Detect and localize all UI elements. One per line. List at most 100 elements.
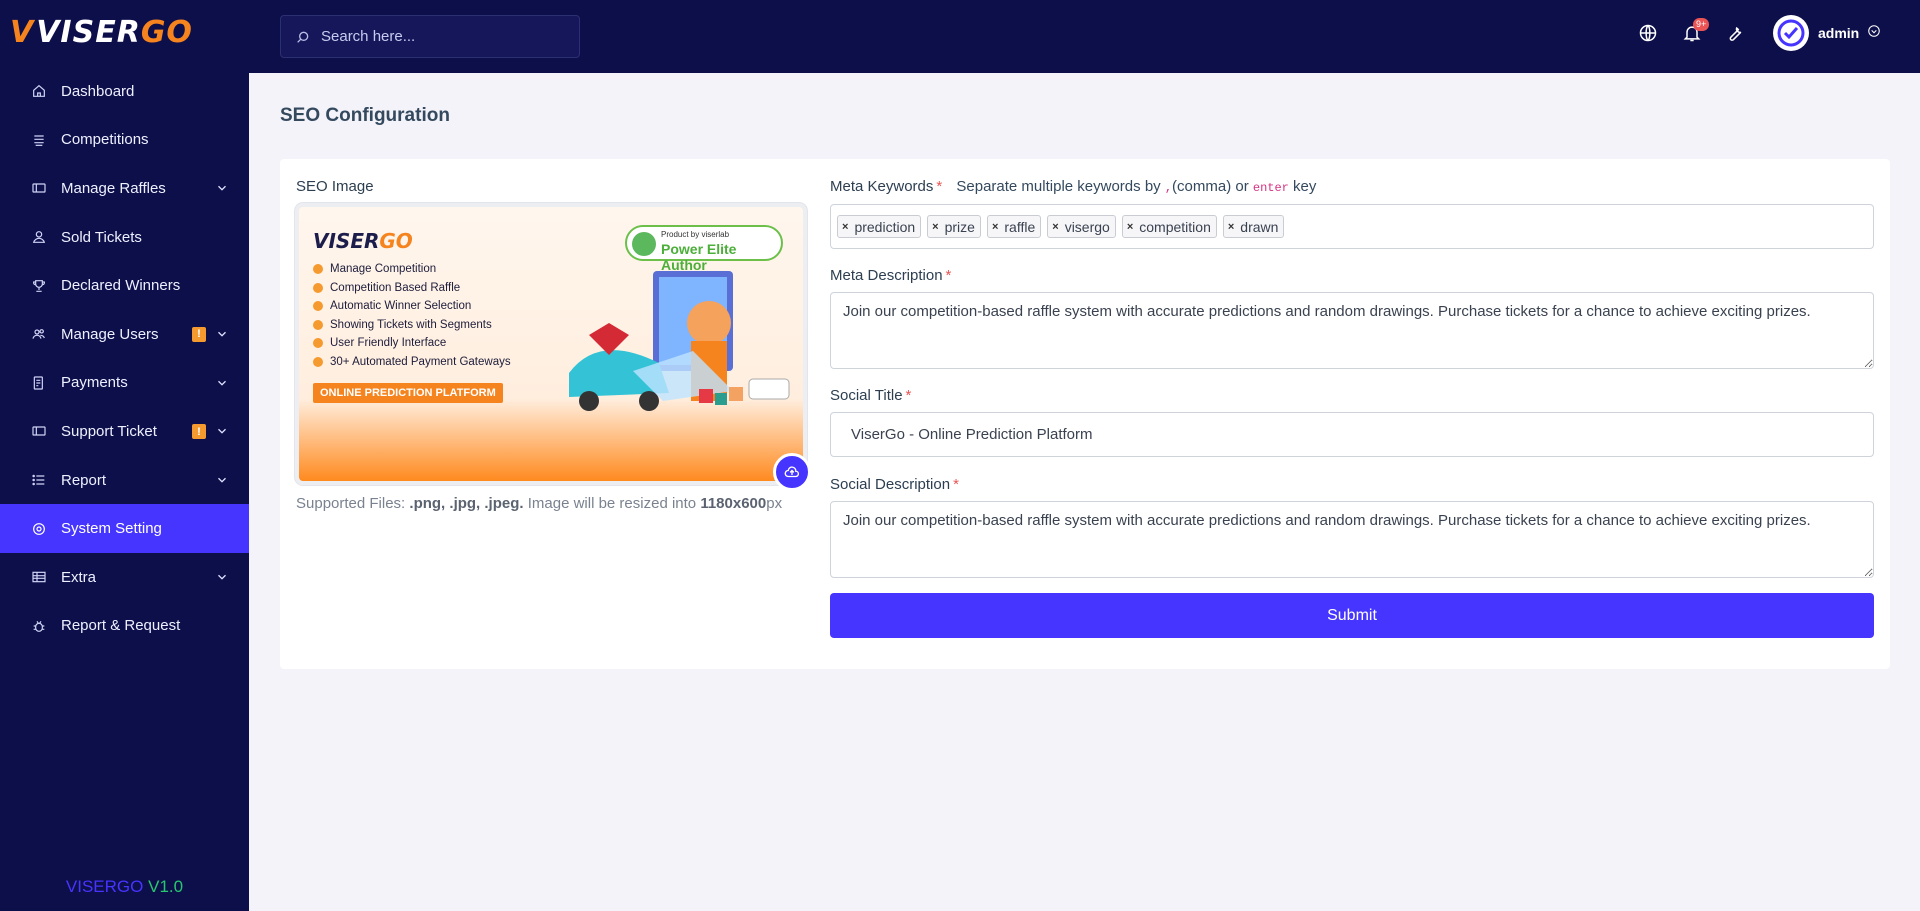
keyword-tag-label: raffle (1004, 218, 1036, 235)
user-menu[interactable]: admin (1773, 15, 1881, 51)
sidebar-item-label: Extra (61, 568, 97, 586)
sidebar-item-dashboard[interactable]: Dashboard (0, 67, 249, 116)
remove-tag-icon[interactable]: × (1228, 221, 1234, 233)
check-dot-icon (313, 264, 323, 274)
avatar (1773, 15, 1809, 51)
social-description-textarea[interactable]: Join our competition-based raffle system… (830, 501, 1874, 578)
badge-small-text: Product by viserlab (661, 230, 730, 239)
chevron-down-icon (215, 181, 229, 195)
search-input[interactable] (321, 28, 561, 45)
sidebar-item-payments[interactable]: Payments (0, 359, 249, 408)
meta-description-textarea[interactable]: Join our competition-based raffle system… (830, 292, 1874, 369)
banner-feature-text: 30+ Automated Payment Gateways (330, 355, 511, 368)
social-title-input[interactable] (830, 412, 1874, 457)
remove-tag-icon[interactable]: × (1127, 221, 1133, 233)
required-mark: * (953, 476, 959, 493)
notification-bell-icon[interactable]: 9+ (1681, 18, 1710, 44)
check-dot-icon (313, 301, 323, 311)
supported-files-hint: Supported Files: .png, .jpg, .jpeg. Imag… (296, 495, 782, 512)
sidebar-item-manage-users[interactable]: Manage Users! (0, 310, 249, 359)
submit-button[interactable]: Submit (830, 593, 1874, 638)
sidebar-item-report[interactable]: Report (0, 456, 249, 505)
remove-tag-icon[interactable]: × (1052, 221, 1058, 233)
keyword-tag[interactable]: × competition (1121, 215, 1217, 238)
banner-logo: VISERGO (313, 229, 413, 253)
user-icon (29, 227, 49, 247)
brand-logo-text: VVISERGO (10, 14, 193, 50)
remove-tag-icon[interactable]: × (992, 221, 998, 233)
wrench-icon[interactable] (1724, 22, 1746, 44)
sidebar-item-label: Manage Raffles (61, 179, 166, 197)
resize-text: Image will be resized into (523, 495, 701, 512)
social-description-label-text: Social Description (830, 476, 951, 493)
required-mark: * (936, 178, 943, 195)
check-dot-icon (313, 356, 323, 367)
table-icon (29, 567, 49, 587)
keywords-hint-post: key (1288, 178, 1317, 195)
banner-feature-item: Showing Tickets with Segments (313, 319, 511, 331)
keyword-tag[interactable]: × prize (927, 215, 981, 238)
keyword-tag[interactable]: × raffle (986, 215, 1042, 238)
banner-feature-text: Automatic Winner Selection (330, 300, 472, 312)
keywords-hint-mid: (comma) or (1172, 178, 1253, 195)
chevron-down-icon (215, 327, 229, 341)
users-icon (29, 324, 49, 344)
ticket-icon (29, 421, 49, 441)
sidebar-item-sold-tickets[interactable]: Sold Tickets (0, 213, 249, 262)
seo-image-preview: VISERGO Manage Competition Competition Ba… (295, 203, 807, 485)
keyword-tag-label: prize (944, 218, 975, 235)
supported-prefix: Supported Files: (296, 495, 410, 512)
meta-keywords-input[interactable]: × prediction × prize × raffle × visergo × competi… (830, 204, 1874, 249)
banner-feature-text: Showing Tickets with Segments (330, 318, 492, 331)
badge-seal-icon (632, 232, 656, 256)
keyword-tag[interactable]: × visergo (1047, 215, 1116, 238)
required-mark: * (905, 387, 912, 404)
notification-count-badge: 9+ (1693, 18, 1710, 31)
banner-feature-item: Automatic Winner Selection (313, 300, 511, 312)
list-icon (29, 470, 49, 490)
banner-feature-text: Manage Competition (330, 263, 437, 275)
upload-image-button[interactable] (773, 453, 811, 491)
globe-icon[interactable] (1637, 22, 1659, 44)
stack-icon (29, 130, 49, 150)
chevron-down-icon (215, 473, 229, 487)
search-box[interactable] (280, 15, 580, 58)
check-dot-icon (313, 338, 323, 348)
resize-unit: px (766, 495, 783, 512)
sidebar-item-extra[interactable]: Extra (0, 553, 249, 602)
sidebar-item-competitions[interactable]: Competitions (0, 116, 249, 165)
banner-cta: ONLINE PREDICTION PLATFORM (313, 383, 503, 403)
keyword-tag[interactable]: × prediction (837, 215, 922, 238)
meta-keywords-label-text: Meta Keywords (830, 178, 934, 195)
sidebar-item-system-setting[interactable]: System Setting (0, 504, 249, 553)
banner-feature-item: Manage Competition (313, 263, 511, 275)
sidebar-item-label: Manage Users (61, 325, 159, 343)
keywords-hint: Separate multiple keywords by ,(comma) o… (956, 178, 1316, 195)
sidebar-nav: Dashboard Competitions Manage Raffles Sold … (0, 67, 249, 650)
banner-illustration (569, 271, 790, 411)
page-title: SEO Configuration (280, 105, 450, 126)
sidebar-item-label: Payments (61, 374, 128, 392)
social-title-label-text: Social Title (830, 387, 903, 404)
keywords-hint-pre: Separate multiple keywords by (956, 178, 1165, 195)
sidebar-item-support-ticket[interactable]: Support Ticket! (0, 407, 249, 456)
version-name: VISERGO (65, 877, 144, 896)
remove-tag-icon[interactable]: × (842, 221, 848, 233)
banner-feature-item: Competition Based Raffle (313, 282, 511, 294)
sidebar-item-label: Sold Tickets (61, 228, 142, 246)
sidebar-item-declared-winners[interactable]: Declared Winners (0, 261, 249, 310)
sidebar-item-label: Competitions (61, 131, 149, 149)
warning-badge: ! (192, 424, 206, 440)
app-version: VISERGO V1.0 (0, 877, 249, 897)
banner-feature-list: Manage Competition Competition Based Raff… (313, 263, 511, 374)
banner-feature-text: User Friendly Interface (330, 337, 447, 349)
social-title-label: Social Title * (830, 387, 911, 404)
keyword-tag[interactable]: × drawn (1222, 215, 1285, 238)
sidebar-item-label: Report (61, 471, 107, 489)
trophy-icon (29, 276, 49, 296)
remove-tag-icon[interactable]: × (932, 221, 938, 233)
sidebar-item-report-request[interactable]: Report & Request (0, 602, 249, 651)
keyword-tag-label: visergo (1064, 218, 1110, 235)
sidebar-item-manage-raffles[interactable]: Manage Raffles (0, 164, 249, 213)
brand-logo[interactable]: VVISERGO (10, 14, 193, 50)
